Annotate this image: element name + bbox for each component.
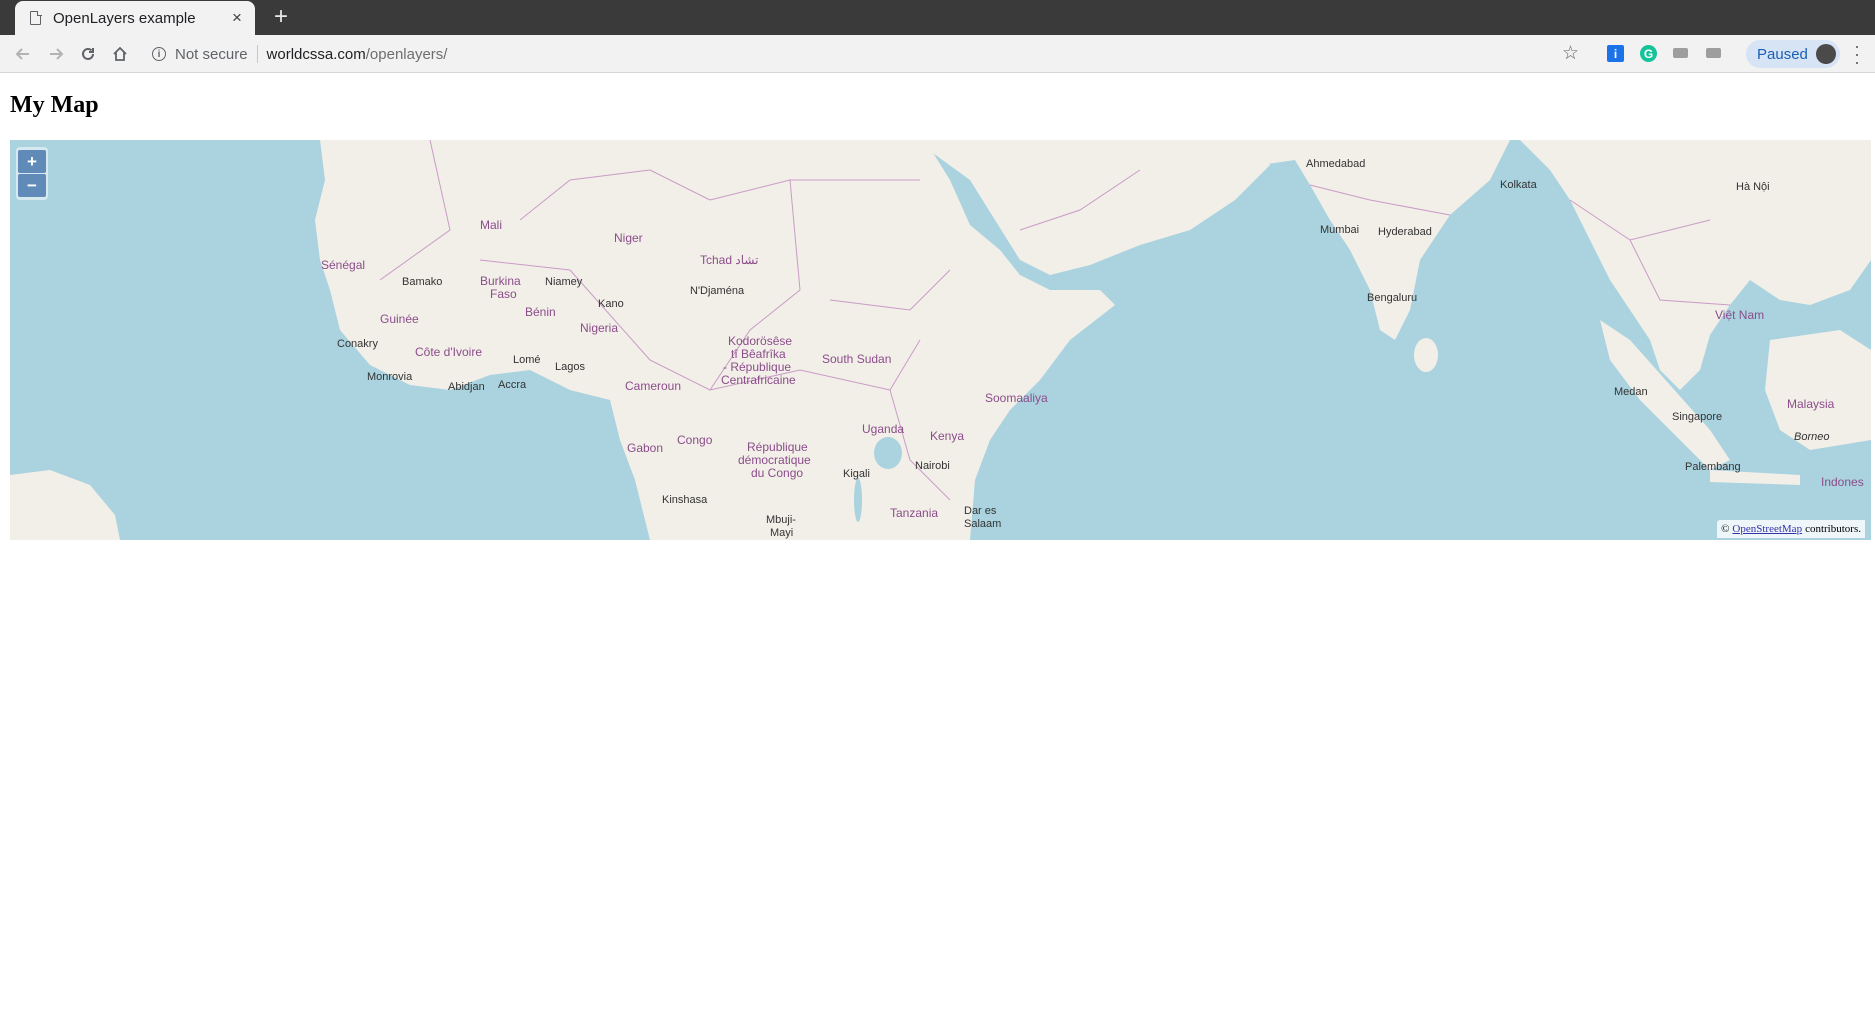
star-icon[interactable]: ☆ [1562, 42, 1579, 65]
extension-info-icon[interactable]: i [1607, 45, 1624, 62]
map-label: Gabon [627, 441, 663, 455]
lake-tanganyika [854, 478, 862, 522]
browser-tab[interactable]: OpenLayers example × [15, 1, 255, 35]
page-title: My Map [10, 92, 99, 118]
map-label: Dar es [964, 505, 997, 517]
map-label: Bengaluru [1367, 292, 1417, 304]
map-label: Mumbai [1320, 224, 1359, 236]
map-label: Việt Nam [1715, 308, 1764, 322]
land-sri-lanka [1414, 338, 1438, 372]
map-label: Conakry [337, 338, 378, 350]
map-label: Bamako [402, 276, 442, 288]
security-label[interactable]: Not secure [175, 46, 248, 63]
forward-arrow-icon[interactable] [43, 41, 69, 67]
menu-dots-icon[interactable]: · · · [1852, 37, 1862, 71]
extension-grammarly-icon[interactable]: G [1640, 45, 1657, 62]
map-label: Faso [490, 287, 517, 301]
map-label: Guinée [380, 312, 419, 326]
document-icon [30, 10, 42, 25]
map-label: Lagos [555, 361, 585, 373]
map-label: Cameroun [625, 379, 681, 393]
url-path: /openlayers/ [365, 45, 448, 63]
map-label: Hà Nội [1736, 181, 1770, 193]
map-label: Côte d'Ivoire [415, 345, 482, 359]
map-label: Congo [677, 433, 713, 447]
map-label: Mayi [770, 527, 793, 539]
land-india [1275, 140, 1510, 340]
map-label: Soomaaliya [985, 391, 1048, 405]
map-label: Salaam [964, 518, 1001, 530]
map-label: République [747, 440, 808, 454]
map-label: tî Bêafrîka [731, 347, 786, 361]
map-label: N'Djaména [690, 285, 745, 297]
map-label: Burkina [480, 274, 521, 288]
map-label: Nairobi [915, 460, 950, 472]
map-label: Monrovia [367, 371, 413, 383]
divider [256, 45, 258, 63]
info-icon[interactable]: i [152, 47, 166, 61]
map-label: Bénin [525, 305, 556, 319]
map-label: Kano [598, 298, 624, 310]
address-bar[interactable]: i Not secure worldcssa.com/openlayers/ [140, 39, 1560, 69]
map-label: Palembang [1685, 461, 1741, 473]
map-label: Mbuji- [766, 514, 796, 526]
map-label: Ahmedabad [1306, 158, 1365, 170]
map-canvas[interactable]: Mali Niger Sénégal Bamako Burkina Faso N… [10, 140, 1871, 540]
map-label: Nigeria [580, 321, 618, 335]
close-icon[interactable]: × [227, 8, 247, 28]
map-label: Tanzania [890, 506, 938, 520]
profile-label: Paused [1757, 45, 1808, 63]
map-label: du Congo [751, 466, 803, 480]
map-label: Uganda [862, 422, 904, 436]
map-label: Centrafricaine [721, 373, 796, 387]
map-label: Niamey [545, 276, 583, 288]
zoom-control: + − [16, 147, 48, 200]
openstreetmap-link[interactable]: OpenStreetMap [1732, 523, 1802, 535]
extension-icon[interactable] [1706, 48, 1721, 58]
back-arrow-icon[interactable] [10, 41, 36, 67]
avatar [1816, 44, 1836, 64]
tab-title: OpenLayers example [53, 9, 196, 27]
map-label: Hyderabad [1378, 226, 1432, 238]
map-attribution: © OpenStreetMap contributors. [1717, 520, 1865, 538]
new-tab-button[interactable]: + [268, 3, 294, 30]
lake-victoria [874, 437, 902, 469]
url-host: worldcssa.com [266, 45, 366, 63]
attribution-suffix: contributors. [1805, 523, 1861, 535]
reload-icon[interactable] [75, 41, 101, 67]
map-viewport[interactable]: Mali Niger Sénégal Bamako Burkina Faso N… [10, 140, 1871, 540]
map-label: Lomé [513, 354, 541, 366]
map-label: Kigali [843, 468, 870, 480]
map-label: Kenya [930, 429, 964, 443]
browser-tabstrip: OpenLayers example × + [0, 0, 1875, 35]
map-label: Niger [614, 231, 643, 245]
profile-button[interactable]: Paused [1746, 40, 1840, 68]
map-label: Accra [498, 379, 527, 391]
map-label: Mali [480, 218, 502, 232]
map-label: Abidjan [448, 381, 485, 393]
map-label: Borneo [1794, 431, 1829, 443]
map-label: Kinshasa [662, 494, 708, 506]
map-label: - République [723, 360, 791, 374]
browser-toolbar: i Not secure worldcssa.com/openlayers/ ☆… [0, 35, 1875, 73]
extension-icon[interactable] [1673, 48, 1688, 58]
map-label: South Sudan [822, 352, 891, 366]
home-icon[interactable] [107, 41, 133, 67]
map-label: Malaysia [1787, 397, 1835, 411]
map-label: Indones [1821, 475, 1864, 489]
map-label: Tchad تشاد [700, 253, 758, 267]
map-label: Singapore [1672, 411, 1722, 423]
attribution-prefix: © [1721, 523, 1730, 535]
land-south-america [10, 470, 120, 540]
map-label: Medan [1614, 386, 1648, 398]
map-label: Sénégal [321, 258, 365, 272]
map-label: Kodorösêse [728, 334, 792, 348]
map-label: démocratique [738, 453, 811, 467]
map-label: Kolkata [1500, 179, 1538, 191]
zoom-in-button[interactable]: + [18, 150, 46, 173]
zoom-out-button[interactable]: − [18, 174, 46, 197]
